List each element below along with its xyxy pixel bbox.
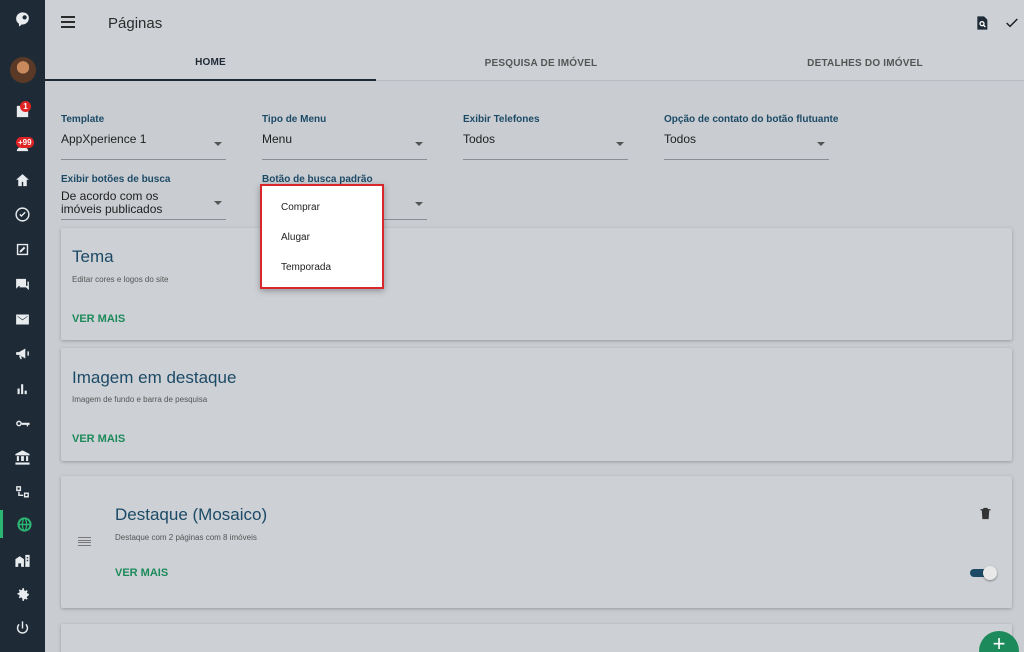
chevron-down-icon xyxy=(214,142,222,146)
notifications-badge: 1 xyxy=(20,101,31,112)
globe-icon[interactable] xyxy=(0,510,45,538)
mail-icon[interactable] xyxy=(0,305,45,333)
globe-shape xyxy=(16,516,32,532)
power-icon[interactable] xyxy=(0,614,45,642)
menu-type-label: Tipo de Menu xyxy=(262,114,327,125)
avatar[interactable] xyxy=(10,57,36,83)
mail-shape xyxy=(16,314,29,324)
key-shape xyxy=(16,420,30,426)
building-icon[interactable] xyxy=(0,546,45,574)
float-contact-label: Opção de contato do botão flutuante xyxy=(664,114,839,125)
sidebar: 1 +99 xyxy=(0,0,45,652)
page-title: Páginas xyxy=(108,15,163,32)
key-icon[interactable] xyxy=(0,409,45,437)
sitemap-shape xyxy=(16,485,29,497)
edit-shape xyxy=(16,243,29,255)
chevron-down-icon xyxy=(817,142,825,146)
search-buttons-value: De acordo com os imóveis publicados xyxy=(61,189,163,216)
chevron-down-icon xyxy=(415,202,423,206)
home-icon[interactable] xyxy=(0,166,45,194)
menu-type-value: Menu xyxy=(262,132,293,146)
card-destaque-title: Destaque (Mosaico) xyxy=(115,505,268,524)
card-imagem-title: Imagem em destaque xyxy=(72,368,237,387)
trash-icon[interactable] xyxy=(978,506,993,526)
tab-home[interactable]: HOME xyxy=(45,46,376,81)
tab-detalhes-imovel[interactable]: DETALHES DO IMÓVEL xyxy=(706,46,1024,81)
card-tema-ver-mais-link[interactable]: VER MAIS xyxy=(72,313,125,325)
card-destaque-ver-mais-link[interactable]: VER MAIS xyxy=(115,567,168,579)
gear-icon[interactable] xyxy=(0,580,45,608)
chart-shape xyxy=(17,383,27,394)
chat-shape xyxy=(16,278,29,290)
leads-badge: +99 xyxy=(16,137,34,148)
chat-icon[interactable] xyxy=(0,270,45,298)
destaque-enabled-toggle[interactable] xyxy=(970,566,997,580)
trash-shape xyxy=(980,507,991,520)
dropdown-option-alugar[interactable]: Alugar xyxy=(281,232,310,243)
card-imagem-destaque: Imagem em destaque Imagem de fundo e bar… xyxy=(61,348,1012,461)
logo-shape xyxy=(16,11,29,27)
template-value: AppXperience 1 xyxy=(61,132,147,146)
top-bar: Páginas xyxy=(45,0,1024,46)
card-destaque-mosaico: Destaque (Mosaico) Destaque com 2 página… xyxy=(61,476,1012,608)
logo-icon[interactable] xyxy=(0,5,45,33)
template-select[interactable]: Template AppXperience 1 xyxy=(61,114,226,160)
chevron-down-icon xyxy=(415,142,423,146)
building-shape xyxy=(15,554,30,567)
tab-pesquisa-imovel[interactable]: PESQUISA DE IMÓVEL xyxy=(376,46,706,81)
card-tema: Tema Editar cores e logos do site VER MA… xyxy=(61,228,1012,340)
check-mark-shape xyxy=(1006,18,1018,28)
dropdown-option-comprar[interactable]: Comprar xyxy=(281,202,320,213)
float-contact-value: Todos xyxy=(664,132,697,146)
preview-shape xyxy=(977,16,988,30)
bar-chart-icon[interactable] xyxy=(0,374,45,402)
gear-shape xyxy=(17,587,29,601)
home-shape xyxy=(16,173,29,186)
menu-icon[interactable] xyxy=(61,16,75,28)
card-imagem-subtitle: Imagem de fundo e barra de pesquisa xyxy=(72,395,208,404)
float-contact-select[interactable]: Opção de contato do botão flutuante Todo… xyxy=(664,114,839,160)
template-label: Template xyxy=(61,114,105,125)
dropdown-option-temporada[interactable]: Temporada xyxy=(281,262,331,273)
power-shape xyxy=(16,620,29,634)
card-destaque-subtitle: Destaque com 2 páginas com 8 imóveis xyxy=(115,533,257,542)
card-tema-subtitle: Editar cores e logos do site xyxy=(72,275,169,284)
phones-value: Todos xyxy=(463,132,496,146)
phones-select[interactable]: Exibir Telefones Todos xyxy=(463,114,628,160)
tab-bar: HOME PESQUISA DE IMÓVEL DETALHES DO IMÓV… xyxy=(45,46,1024,81)
card-tema-title: Tema xyxy=(72,247,114,266)
main-content: Páginas HOME PESQUISA DE IMÓVEL DETALHES… xyxy=(45,0,1024,652)
save-check-icon[interactable] xyxy=(1003,14,1021,32)
chevron-down-icon xyxy=(214,201,222,205)
chevron-down-icon xyxy=(616,142,624,146)
card-next xyxy=(61,624,1012,652)
check-circle-icon[interactable] xyxy=(0,200,45,228)
search-buttons-label: Exibir botões de busca xyxy=(61,174,171,185)
bank-icon[interactable] xyxy=(0,443,45,471)
drag-handle-icon[interactable] xyxy=(78,537,91,546)
megaphone-icon[interactable] xyxy=(0,339,45,367)
card-imagem-ver-mais-link[interactable]: VER MAIS xyxy=(72,433,125,445)
megaphone-shape xyxy=(16,348,29,359)
phones-label: Exibir Telefones xyxy=(463,114,540,125)
edit-square-icon[interactable] xyxy=(0,235,45,263)
preview-icon[interactable] xyxy=(973,14,991,32)
bank-shape xyxy=(15,449,30,465)
menu-type-select[interactable]: Tipo de Menu Menu xyxy=(262,114,427,160)
search-buttons-select[interactable]: Exibir botões de busca De acordo com os … xyxy=(61,174,226,220)
sitemap-icon[interactable] xyxy=(0,478,45,506)
check-shape xyxy=(15,206,30,222)
default-search-dropdown: Comprar Alugar Temporada xyxy=(260,184,384,289)
